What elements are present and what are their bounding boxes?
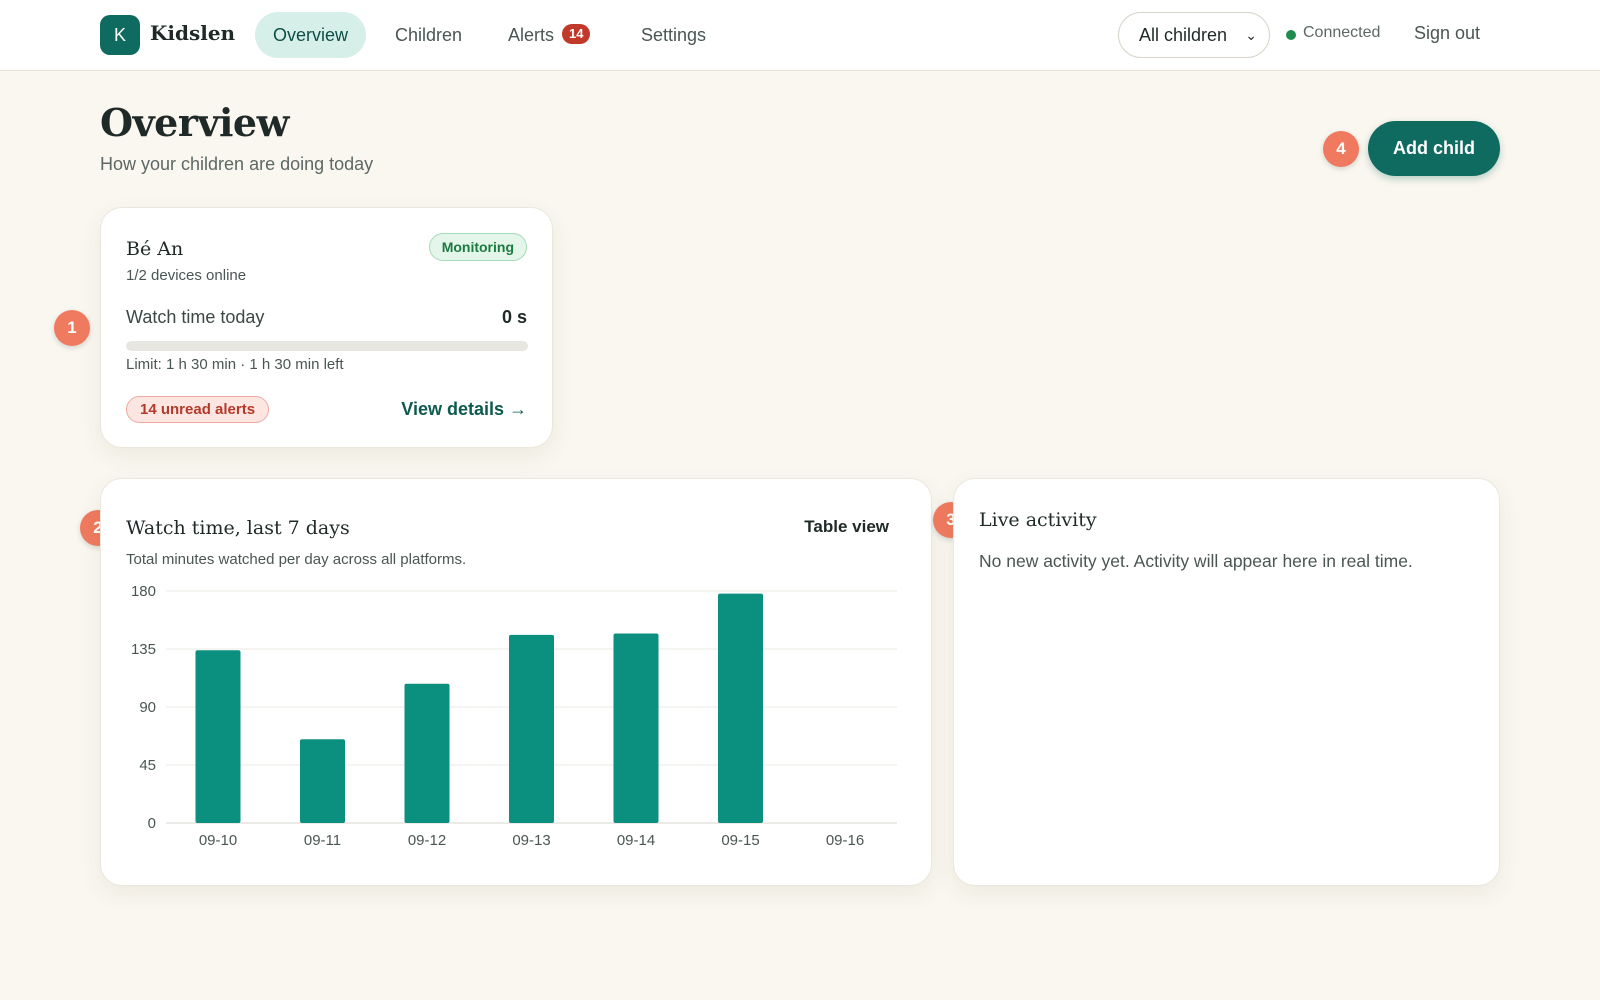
view-details-link[interactable]: View details →: [401, 399, 527, 420]
live-activity-card: Live activity No new activity yet. Activ…: [953, 478, 1500, 886]
watch-time-chart-card: 0 45 90 135 180 09-10 09-11 09-12 09-13 09-14 09-1…: [100, 478, 932, 886]
chart-bar[interactable]: [195, 650, 241, 823]
top-navigation-bar: K Kidslen Overview Children Alerts 14 Set…: [0, 0, 1600, 71]
child-filter-select[interactable]: All children ⌄: [1118, 12, 1270, 58]
connection-status-dot: [1286, 30, 1296, 40]
live-activity-title: Live activity: [979, 509, 1097, 531]
brand-logo[interactable]: K: [100, 15, 140, 55]
devices-online-text: 1/2 devices online: [126, 267, 247, 284]
tab-settings[interactable]: Settings: [623, 12, 724, 58]
child-card: Bé An Monitoring 1/2 devices online Watc…: [100, 207, 553, 448]
chevron-down-icon: ⌄: [1245, 27, 1257, 43]
marker-1: 1: [54, 310, 90, 346]
chart-bar[interactable]: [718, 593, 763, 823]
page-subtitle: How your children are doing today: [100, 154, 374, 174]
unread-alerts-badge[interactable]: 14 unread alerts: [126, 396, 270, 423]
y-tick-label: 0: [148, 815, 156, 832]
y-tick-label: 135: [131, 641, 156, 658]
live-activity-empty-text: No new activity yet. Activity will appea…: [979, 551, 1413, 571]
chart-description: Total minutes watched per day across all…: [126, 551, 467, 568]
sign-out-link[interactable]: Sign out: [1414, 23, 1480, 44]
x-tick-label: 09-12: [408, 832, 446, 849]
connection-status-text: Connected: [1303, 24, 1381, 41]
y-tick-label: 180: [131, 583, 156, 600]
x-tick-label: 09-10: [199, 832, 237, 849]
monitoring-status-badge: Monitoring: [428, 233, 527, 261]
chart-title: Watch time, last 7 days: [126, 517, 350, 539]
tab-overview[interactable]: Overview: [255, 12, 367, 58]
y-tick-label: 45: [139, 757, 156, 774]
tab-overview-label: Overview: [273, 25, 349, 45]
page-title: Overview: [100, 100, 289, 145]
x-tick-label: 09-15: [721, 832, 759, 849]
marker-4: 4: [1323, 131, 1359, 167]
child-name: Bé An: [126, 238, 184, 260]
x-tick-label: 09-14: [617, 832, 655, 849]
tab-children[interactable]: Children: [377, 12, 480, 58]
watch-limit-text: Limit: 1 h 30 min · 1 h 30 min left: [126, 356, 344, 373]
x-tick-label: 09-11: [304, 832, 341, 849]
chart-bar[interactable]: [300, 739, 345, 823]
tab-children-label: Children: [395, 25, 463, 45]
child-filter-value: All children: [1139, 25, 1228, 45]
watch-time-label: Watch time today: [126, 307, 265, 327]
chart-bar[interactable]: [509, 634, 554, 823]
watch-time-bar-chart: 0 45 90 135 180 09-10 09-11 09-12 09-13 09-14 09-1…: [131, 583, 897, 849]
tab-alerts[interactable]: Alerts 14: [490, 12, 608, 58]
chart-bar[interactable]: [613, 633, 659, 823]
tab-alerts-label: Alerts: [508, 25, 555, 45]
x-tick-label: 09-16: [826, 832, 864, 849]
add-child-button[interactable]: Add child: [1368, 121, 1500, 176]
table-view-button[interactable]: Table view: [804, 517, 889, 537]
x-tick-label: 09-13: [512, 832, 550, 849]
watch-time-progress-bar: [126, 341, 528, 351]
watch-time-value: 0 s: [501, 307, 527, 327]
brand-name[interactable]: Kidslen: [150, 21, 235, 45]
alerts-count-badge: 14: [562, 24, 591, 45]
chart-bar[interactable]: [404, 683, 450, 823]
y-tick-label: 90: [139, 699, 156, 716]
tab-settings-label: Settings: [641, 25, 707, 45]
